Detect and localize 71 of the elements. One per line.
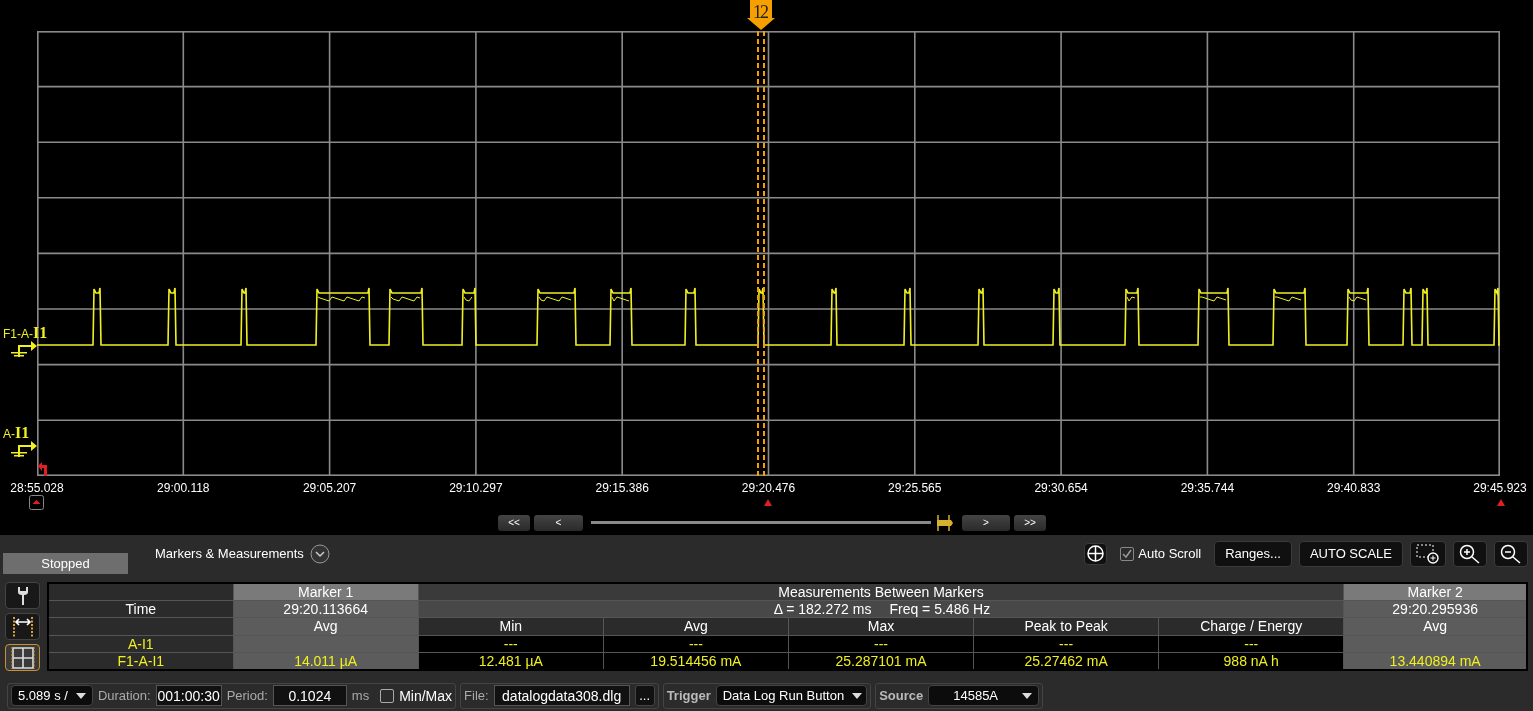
time-axis-label: 29:45.923 [1472,481,1528,495]
circle-plus-icon [1087,545,1105,562]
caret-icon [852,692,863,699]
marker-label: 1 [753,1,762,24]
tool-button[interactable] [5,613,40,640]
file-field[interactable]: datalogdata308.dlg [493,685,630,706]
tool-button[interactable] [5,582,40,609]
zoom-in-button[interactable] [1453,540,1487,567]
browse-button[interactable]: ... [634,685,655,706]
column-header: Marker 2 [1343,583,1527,601]
time-axis-label: 29:25.565 [887,481,943,495]
zoom-box-button[interactable] [1410,540,1446,567]
source-dropdown[interactable]: 14585A [928,685,1040,706]
duration-field[interactable]: 001:00:30 [155,685,222,706]
zoom-out-icon [1500,543,1522,564]
hook-arrow-icon [37,461,50,476]
time-axis-label: 29:00.118 [156,481,211,495]
grid-icon [10,646,35,669]
marker-position-icon [1497,499,1505,506]
scroll-button[interactable]: < [534,514,583,531]
scroll-track[interactable] [591,521,931,524]
column-header: Marker 1 [233,583,419,601]
add-marker-button[interactable] [1084,542,1108,565]
caret-icon [75,692,86,699]
collapse-chevron-icon[interactable] [309,543,330,564]
period-field[interactable]: 0.1024 [272,685,347,706]
panel-title: Markers & Measurements [155,546,304,561]
timebase-dropdown[interactable]: 5.089 s / [11,685,93,706]
time-axis-label: 29:30.654 [1033,481,1089,495]
marker-line[interactable] [763,31,765,476]
checkbox[interactable] [1120,546,1135,561]
time-axis-label: 28:55.028 [9,481,65,495]
marker-position-icon [764,499,772,506]
checkbox[interactable] [380,688,395,703]
scroll-button[interactable]: > [962,514,1010,531]
marker-line[interactable] [757,31,759,476]
checkbox-label[interactable]: Auto Scroll [1138,546,1202,561]
scroll-thumb[interactable] [935,514,953,531]
zoom-in-icon [1459,543,1481,564]
trigger-label: Trigger [666,688,711,703]
toolbar-button[interactable]: AUTO SCALE [1298,540,1403,567]
scroll-button[interactable]: << [498,514,530,531]
marker-home-icon[interactable] [29,495,44,510]
time-axis-label: 29:05.207 [301,481,358,495]
frequency-reading: Freq = 5.486 Hz [889,601,991,618]
column-header: Measurements Between Markers [418,583,1344,601]
time-axis-label: 29:20.476 [740,481,797,495]
unit-label: ms [351,688,370,703]
caret-icon [1022,692,1033,699]
source-label: Source [879,688,924,703]
file-label: File: [464,688,489,703]
delta-reading: Δ = 182.272 ms [773,601,872,618]
duration-label: Duration: [97,688,151,703]
time-axis-label: 29:35.744 [1179,481,1236,495]
tool-button[interactable] [5,644,40,671]
toolbar-button[interactable]: Ranges... [1214,540,1292,567]
scroll-button[interactable]: >> [1014,514,1046,531]
period-label: Period: [226,688,268,703]
zoom-box-icon [1416,543,1440,564]
ground-arrow-icon [8,340,37,358]
marker-flag[interactable]: 12 [747,0,775,30]
time-axis-label: 29:15.386 [594,481,650,495]
marker-label: 2 [760,1,769,24]
time-axis-label: 29:40.833 [1325,481,1382,495]
channel-label: A-I1 [3,425,30,442]
ground-arrow-icon [8,440,37,458]
zoom-out-button[interactable] [1494,540,1528,567]
checkbox-label[interactable]: Min/Max [399,687,453,704]
trigger-dropdown[interactable]: Data Log Run Button [715,685,868,706]
status-label: Stopped [3,553,128,574]
time-axis-label: 29:10.297 [448,481,504,495]
